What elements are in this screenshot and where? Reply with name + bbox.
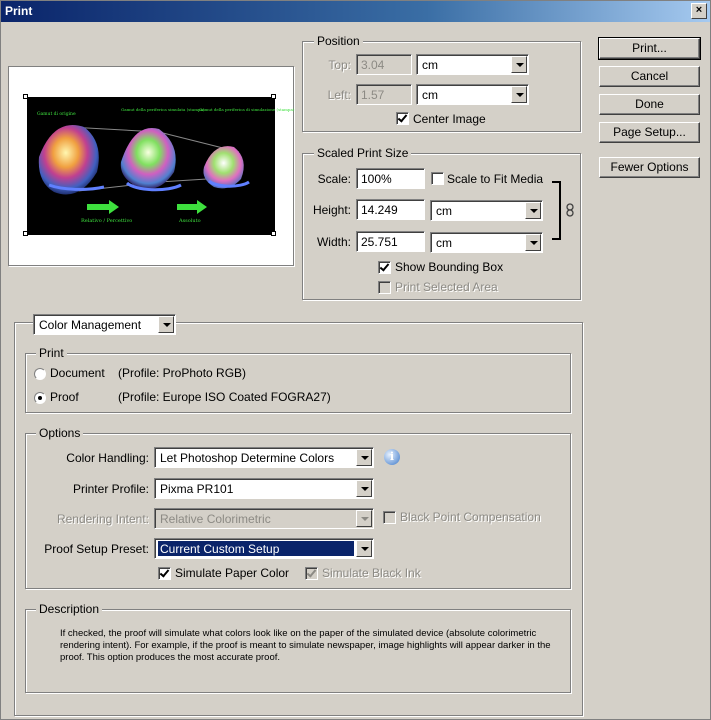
simulate-black-ink-checkbox[interactable] bbox=[305, 567, 318, 580]
top-label: Top: bbox=[328, 58, 351, 72]
color-handling-select[interactable]: Let Photoshop Determine Colors bbox=[154, 447, 374, 468]
preview-label-absolute: Assoluto bbox=[178, 218, 201, 224]
chevron-down-icon[interactable] bbox=[525, 234, 541, 251]
page-setup-button[interactable]: Page Setup... bbox=[599, 122, 700, 143]
proof-label[interactable]: Proof bbox=[50, 390, 79, 404]
rendering-intent-label: Rendering Intent: bbox=[56, 512, 149, 526]
info-icon[interactable]: i bbox=[384, 449, 400, 465]
center-image-label[interactable]: Center Image bbox=[413, 112, 486, 126]
left-unit-value: cm bbox=[422, 88, 438, 102]
bbox-handle[interactable] bbox=[23, 231, 28, 236]
chevron-down-icon[interactable] bbox=[356, 510, 372, 527]
proof-radio[interactable] bbox=[34, 392, 46, 404]
document-radio[interactable] bbox=[34, 368, 46, 380]
black-point-compensation-label: Black Point Compensation bbox=[400, 510, 541, 524]
width-label: Width: bbox=[316, 235, 351, 249]
print-selected-area-label: Print Selected Area bbox=[395, 280, 498, 294]
scale-label: Scale: bbox=[317, 172, 351, 186]
cancel-button[interactable]: Cancel bbox=[599, 66, 700, 87]
chevron-down-icon[interactable] bbox=[511, 56, 527, 73]
width-field[interactable]: 25.751 bbox=[356, 231, 425, 252]
description-text: If checked, the proof will simulate what… bbox=[60, 628, 551, 663]
print-preview: Gamut di origine Gamut della periferica … bbox=[8, 66, 295, 266]
color-handling-value: Let Photoshop Determine Colors bbox=[160, 451, 335, 465]
printer-profile-select[interactable]: Pixma PR101 bbox=[154, 478, 374, 499]
proof-setup-preset-value: Current Custom Setup bbox=[157, 540, 355, 557]
preview-caption-right: Gamut della periferica di simulazione (s… bbox=[199, 107, 295, 112]
chain-link-icon[interactable] bbox=[565, 203, 575, 217]
preview-caption-mid: Gamut della periferica simulata (stampa) bbox=[121, 107, 205, 112]
options-legend: Options bbox=[36, 426, 84, 440]
proof-setup-preset-select[interactable]: Current Custom Setup bbox=[154, 538, 374, 559]
show-bounding-box-label[interactable]: Show Bounding Box bbox=[395, 260, 503, 274]
position-legend: Position bbox=[314, 34, 363, 48]
scale-to-fit-checkbox[interactable] bbox=[431, 172, 444, 185]
show-bounding-box-checkbox[interactable] bbox=[378, 261, 391, 274]
window-title: Print bbox=[5, 4, 33, 18]
height-field[interactable]: 14.249 bbox=[356, 199, 425, 220]
chevron-down-icon[interactable] bbox=[356, 540, 372, 557]
proof-profile: (Profile: Europe ISO Coated FOGRA27) bbox=[118, 390, 331, 404]
close-button[interactable]: × bbox=[691, 3, 707, 19]
print-selected-area-checkbox[interactable] bbox=[378, 281, 391, 294]
printer-profile-label: Printer Profile: bbox=[72, 482, 149, 496]
color-handling-label: Color Handling: bbox=[66, 451, 149, 465]
document-label[interactable]: Document bbox=[50, 366, 105, 380]
print-dialog: Print × Gamut di origine Gamut della per… bbox=[0, 0, 711, 720]
height-unit-select[interactable]: cm bbox=[430, 200, 543, 221]
left-unit-select[interactable]: cm bbox=[416, 84, 529, 105]
document-profile: (Profile: ProPhoto RGB) bbox=[118, 366, 247, 380]
printer-profile-value: Pixma PR101 bbox=[160, 482, 234, 496]
print-source-group bbox=[25, 353, 571, 413]
scale-to-fit-label[interactable]: Scale to Fit Media bbox=[447, 172, 543, 186]
print-source-legend: Print bbox=[36, 346, 67, 360]
title-bar[interactable]: Print × bbox=[1, 1, 710, 22]
chevron-down-icon[interactable] bbox=[525, 202, 541, 219]
close-icon: × bbox=[695, 4, 703, 16]
width-unit-value: cm bbox=[436, 236, 452, 250]
preview-image: Gamut di origine Gamut della periferica … bbox=[27, 97, 295, 235]
scale-field[interactable]: 100% bbox=[356, 168, 425, 189]
simulate-black-ink-label: Simulate Black Ink bbox=[322, 566, 421, 580]
height-unit-value: cm bbox=[436, 204, 452, 218]
chevron-down-icon[interactable] bbox=[511, 86, 527, 103]
center-image-checkbox[interactable] bbox=[396, 112, 409, 125]
top-field[interactable]: 3.04 bbox=[356, 54, 412, 75]
scaled-legend: Scaled Print Size bbox=[314, 146, 412, 160]
simulate-paper-color-checkbox[interactable] bbox=[158, 567, 171, 580]
fewer-options-button[interactable]: Fewer Options bbox=[599, 157, 700, 178]
proof-setup-preset-label: Proof Setup Preset: bbox=[44, 542, 149, 556]
top-unit-value: cm bbox=[422, 58, 438, 72]
simulate-paper-color-label[interactable]: Simulate Paper Color bbox=[175, 566, 289, 580]
output-mode-value: Color Management bbox=[39, 318, 142, 332]
bbox-handle[interactable] bbox=[23, 94, 28, 99]
left-field[interactable]: 1.57 bbox=[356, 84, 412, 105]
bbox-handle[interactable] bbox=[271, 94, 276, 99]
rendering-intent-select[interactable]: Relative Colorimetric bbox=[154, 508, 374, 529]
output-mode-select[interactable]: Color Management bbox=[33, 314, 176, 335]
done-button[interactable]: Done bbox=[599, 94, 700, 115]
height-label: Height: bbox=[312, 203, 351, 217]
chevron-down-icon[interactable] bbox=[356, 480, 372, 497]
print-button[interactable]: Print... bbox=[598, 37, 701, 60]
black-point-compensation-checkbox[interactable] bbox=[383, 511, 396, 524]
description-legend: Description bbox=[36, 602, 103, 616]
left-label: Left: bbox=[327, 88, 351, 102]
rendering-intent-value: Relative Colorimetric bbox=[160, 512, 271, 526]
preview-label-relative: Relativo / Percettivo bbox=[81, 218, 132, 224]
width-unit-select[interactable]: cm bbox=[430, 232, 543, 253]
top-unit-select[interactable]: cm bbox=[416, 54, 529, 75]
preview-caption-left: Gamut di origine bbox=[37, 111, 76, 117]
bbox-handle[interactable] bbox=[271, 231, 276, 236]
chevron-down-icon[interactable] bbox=[356, 449, 372, 466]
chevron-down-icon[interactable] bbox=[158, 316, 174, 333]
